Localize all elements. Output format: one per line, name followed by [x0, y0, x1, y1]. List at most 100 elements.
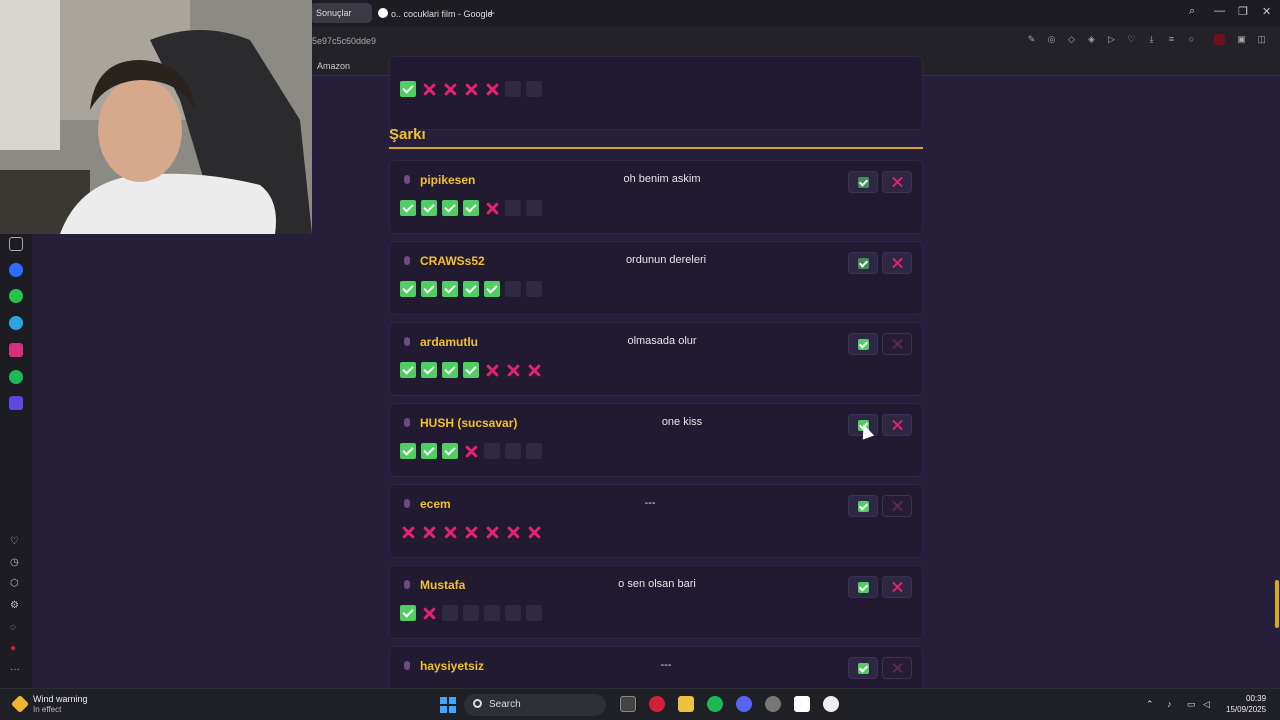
- spotify-icon[interactable]: [9, 370, 23, 384]
- list-item: ardamutlu olmasada olur: [389, 322, 923, 396]
- minimize-icon[interactable]: —: [1214, 5, 1225, 17]
- taskbar-search[interactable]: Search: [464, 694, 606, 716]
- extension-2-icon[interactable]: ▣: [1236, 34, 1247, 45]
- telegram-icon[interactable]: [9, 316, 23, 330]
- webcam-overlay: [0, 0, 312, 234]
- vote-approve-icon: [421, 281, 437, 297]
- bag-icon[interactable]: [9, 237, 23, 251]
- webcam-image: [0, 0, 312, 234]
- app-icon[interactable]: [765, 696, 781, 712]
- player-answer: o sen olsan bari: [618, 578, 696, 590]
- capcut-icon[interactable]: [794, 696, 810, 712]
- more-icon[interactable]: ···: [10, 664, 20, 675]
- cube-icon[interactable]: ⬡: [10, 578, 19, 589]
- maximize-icon[interactable]: ❐: [1238, 5, 1248, 18]
- player-answer: oh benim askim: [623, 173, 701, 185]
- volume-icon[interactable]: ◁: [1203, 699, 1210, 710]
- vote-approve-icon: [421, 200, 437, 216]
- vote-approve-icon: [421, 443, 437, 459]
- url-field[interactable]: 5e97c5c60dde9: [312, 36, 376, 46]
- player-icon[interactable]: [9, 396, 23, 410]
- approve-button[interactable]: [848, 576, 878, 598]
- profile-icon[interactable]: ○: [1186, 34, 1197, 45]
- reject-button[interactable]: [882, 657, 912, 679]
- check-icon: [858, 258, 869, 269]
- discord-icon[interactable]: [736, 696, 752, 712]
- history-icon[interactable]: ◷: [10, 557, 19, 568]
- player-name: pipikesen: [420, 173, 476, 187]
- reject-button[interactable]: [882, 171, 912, 193]
- pin-icon: [404, 661, 410, 670]
- close-icon[interactable]: ✕: [1262, 5, 1271, 18]
- weather-title[interactable]: Wind warning: [33, 694, 88, 704]
- vote-approve-icon: [421, 362, 437, 378]
- chevron-up-icon[interactable]: ⌃: [1146, 699, 1154, 710]
- warning-icon[interactable]: [10, 694, 30, 714]
- pin-icon: [404, 418, 410, 427]
- browser-sidebar: ♡ ◷ ⬡ ⚙ ◌ ● ···: [0, 234, 32, 688]
- lightbulb-icon[interactable]: ◌: [10, 622, 16, 633]
- clock-date[interactable]: 15/09/2025: [1226, 705, 1266, 714]
- camera-icon[interactable]: ◎: [1046, 34, 1057, 45]
- microphone-icon[interactable]: ♪: [1167, 699, 1172, 709]
- vote-approve-icon: [442, 200, 458, 216]
- approve-button[interactable]: [848, 333, 878, 355]
- whatsapp-icon[interactable]: [9, 289, 23, 303]
- messenger-icon[interactable]: [9, 263, 23, 277]
- vote-reject-icon: [463, 443, 479, 459]
- reject-button[interactable]: [882, 576, 912, 598]
- vote-reject-icon: [442, 524, 458, 540]
- vote-reject-icon: [505, 524, 521, 540]
- shield-icon[interactable]: ◇: [1066, 34, 1077, 45]
- reject-button[interactable]: [882, 333, 912, 355]
- network-icon[interactable]: ▭: [1187, 699, 1196, 710]
- app-g-icon[interactable]: [823, 696, 839, 712]
- record-icon[interactable]: ●: [10, 643, 16, 654]
- search-tabs-icon[interactable]: ⌕: [1189, 5, 1195, 18]
- vote-row: [400, 524, 542, 540]
- vote-reject-icon: [463, 524, 479, 540]
- settings-icon[interactable]: ⚙: [10, 600, 19, 611]
- vote-approve-icon: [400, 605, 416, 621]
- spotify-icon[interactable]: [707, 696, 723, 712]
- vpn-icon[interactable]: ◈: [1086, 34, 1097, 45]
- download-icon[interactable]: ⤓: [1146, 34, 1157, 45]
- vote-reject-icon: [484, 362, 500, 378]
- player-answer: olmasada olur: [627, 335, 697, 347]
- task-view-icon[interactable]: [620, 696, 636, 712]
- clock-time[interactable]: 00:39: [1246, 694, 1266, 703]
- heart-icon[interactable]: ♡: [10, 536, 19, 547]
- vote-row: [400, 443, 542, 459]
- vote-empty-slot: [463, 605, 479, 621]
- vote-empty-slot: [505, 200, 521, 216]
- pin-icon: [404, 499, 410, 508]
- play-icon[interactable]: ▷: [1106, 34, 1117, 45]
- file-explorer-icon[interactable]: [678, 696, 694, 712]
- instagram-icon[interactable]: [9, 343, 23, 357]
- vote-reject-icon: [526, 524, 542, 540]
- tab-google-search[interactable]: o.. cocuklari film - Google: [372, 3, 493, 23]
- approve-button[interactable]: [848, 252, 878, 274]
- edit-icon[interactable]: ✎: [1026, 34, 1037, 45]
- reject-button[interactable]: [882, 495, 912, 517]
- approve-button[interactable]: [848, 657, 878, 679]
- vote-empty-slot: [526, 81, 542, 97]
- approve-button[interactable]: [848, 495, 878, 517]
- new-tab-icon[interactable]: +: [488, 6, 495, 20]
- opera-icon[interactable]: [649, 696, 665, 712]
- tab-sonuclar[interactable]: Sonuçlar: [310, 3, 372, 23]
- cube-icon[interactable]: ◫: [1256, 34, 1267, 45]
- reject-button[interactable]: [882, 252, 912, 274]
- reject-button[interactable]: [882, 414, 912, 436]
- approve-button[interactable]: [848, 171, 878, 193]
- heart-icon[interactable]: ♡: [1126, 34, 1137, 45]
- extension-icon[interactable]: [1214, 34, 1225, 45]
- windows-start-icon[interactable]: [440, 697, 456, 713]
- background-logo: [1033, 306, 1232, 327]
- vote-empty-slot: [526, 605, 542, 621]
- vote-approve-icon: [400, 200, 416, 216]
- scrollbar[interactable]: [1275, 580, 1279, 628]
- player-name: haysiyetsiz: [420, 659, 485, 673]
- bookmark-amazon[interactable]: Amazon: [317, 61, 350, 71]
- menu-icon[interactable]: ≡: [1166, 34, 1177, 45]
